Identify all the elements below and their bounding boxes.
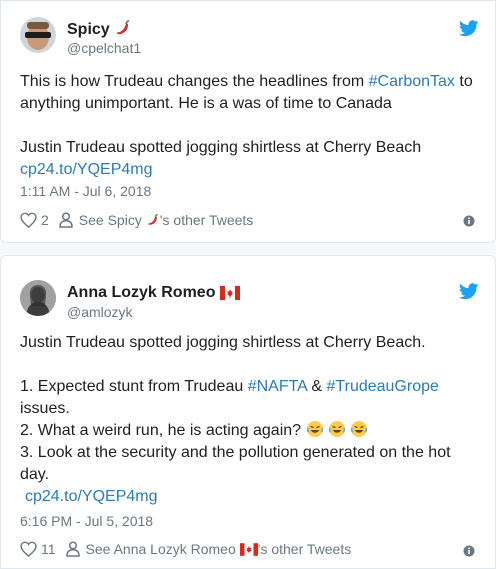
- person-icon: [59, 212, 73, 228]
- hashtag-link[interactable]: #CarbonTax: [369, 73, 455, 90]
- tweet-card: Anna Lozyk Romeo @amlozyk Justin Trudeau…: [0, 255, 496, 569]
- tweet-text-segment: 1. Expected stunt from Trudeau: [20, 378, 248, 395]
- tweet-link-text[interactable]: cp24.to/YQEP4mg: [20, 161, 153, 178]
- tweet-link[interactable]: cp24.to/YQEP4mg: [20, 159, 480, 181]
- tweet-text: This is how Trudeau changes the headline…: [20, 71, 480, 115]
- author-handle[interactable]: @cpelchat1: [67, 40, 141, 56]
- author-name[interactable]: Spicy: [67, 19, 132, 42]
- person-icon: [65, 541, 80, 557]
- like-button[interactable]: 11: [20, 541, 56, 557]
- tweet-actions: 2 See Spicy 's other Tweets: [20, 210, 479, 230]
- chili-pepper-icon: [146, 213, 160, 227]
- tweet-card: Spicy @cpelchat1 This is how Trudeau cha…: [0, 0, 496, 243]
- info-icon[interactable]: [463, 214, 475, 227]
- see-other-tweets-link[interactable]: See Spicy 's other Tweets: [59, 212, 254, 228]
- hashtag-link[interactable]: #NAFTA: [248, 378, 307, 395]
- tweet-text-segment: &: [306, 378, 327, 395]
- tweet-link[interactable]: cp24.to/YQEP4mg: [25, 486, 485, 508]
- tweet-text-line: Justin Trudeau spotted jogging shirtless…: [20, 334, 426, 351]
- see-other-tweets-link[interactable]: See Anna Lozyk Romeo 's other Tweets: [65, 541, 352, 557]
- like-count: 11: [41, 541, 56, 557]
- avatar[interactable]: [20, 280, 56, 316]
- timestamp[interactable]: 6:16 PM - Jul 5, 2018: [20, 513, 153, 529]
- info-icon[interactable]: [463, 544, 475, 557]
- see-other-suffix: 's other Tweets: [257, 541, 352, 557]
- tweet-link-text[interactable]: cp24.to/YQEP4mg: [25, 488, 158, 505]
- chili-pepper-icon: [114, 19, 132, 42]
- author-name[interactable]: Anna Lozyk Romeo: [67, 284, 240, 305]
- tweet-actions: 11 See Anna Lozyk Romeo 's other Tweets: [20, 539, 479, 559]
- list-item-continuation: issues.: [20, 400, 70, 417]
- list-item: 3. Look at the security and the pollutio…: [20, 444, 451, 483]
- quoted-headline: Justin Trudeau spotted jogging shirtless…: [20, 139, 422, 156]
- see-other-prefix: See Spicy: [78, 212, 142, 228]
- twitter-bird-icon[interactable]: [458, 20, 479, 37]
- see-other-prefix: See Anna Lozyk Romeo: [85, 541, 236, 557]
- see-other-suffix: 's other Tweets: [159, 212, 254, 228]
- avatar[interactable]: [20, 17, 56, 53]
- canada-flag-icon: [219, 286, 240, 305]
- twitter-bird-icon[interactable]: [458, 283, 479, 300]
- like-count: 2: [41, 212, 49, 228]
- tweet-text-segment: 2. What a weird run, he is acting again?: [20, 422, 302, 439]
- tweet-text-segment: This is how Trudeau changes the headline…: [20, 73, 369, 90]
- timestamp[interactable]: 1:11 AM - Jul 6, 2018: [20, 183, 151, 199]
- heart-icon: [20, 212, 37, 228]
- list-item: 1. Expected stunt from Trudeau #NAFTA & …: [20, 376, 480, 398]
- like-button[interactable]: 2: [20, 212, 49, 228]
- heart-icon: [20, 541, 37, 557]
- canada-flag-icon: [239, 542, 258, 556]
- hashtag-link[interactable]: #TrudeauGrope: [327, 378, 439, 395]
- author-handle[interactable]: @amlozyk: [67, 304, 133, 320]
